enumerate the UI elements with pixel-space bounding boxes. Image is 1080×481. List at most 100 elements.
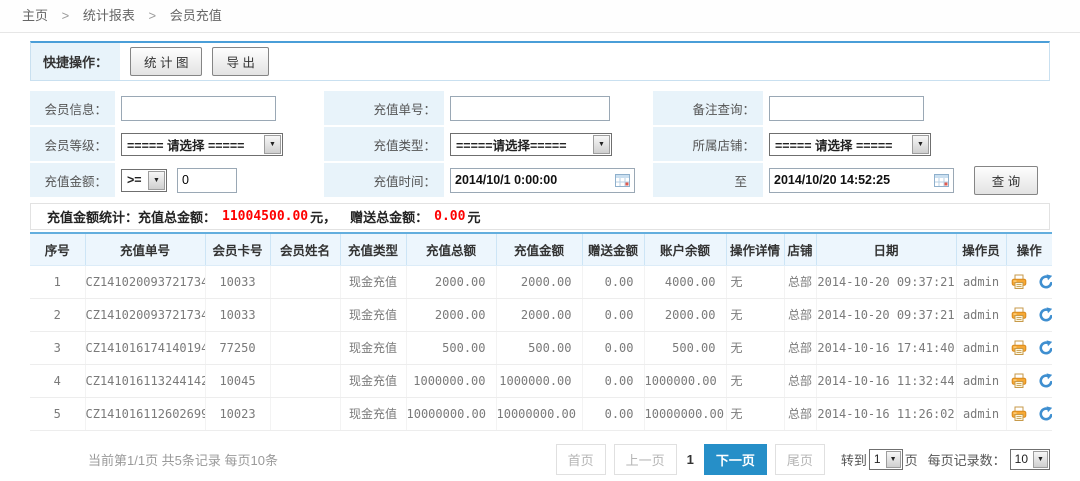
header-recharge-amount: 充值金额 bbox=[496, 233, 582, 265]
table-cell: 2000.00 bbox=[496, 298, 582, 331]
member-level-label: 会员等级： bbox=[30, 127, 115, 161]
table-cell: CZ1410161132441422 bbox=[85, 364, 205, 397]
table-cell bbox=[270, 298, 340, 331]
goto-page-select[interactable]: 1 ▼ bbox=[869, 449, 903, 470]
chevron-down-icon: ▼ bbox=[148, 171, 165, 190]
per-page-value: 10 bbox=[1011, 452, 1032, 466]
first-page-button[interactable]: 首页 bbox=[556, 444, 606, 475]
header-store: 店铺 bbox=[784, 233, 816, 265]
table-cell: 2014-10-20 09:37:21 bbox=[816, 298, 956, 331]
breadcrumb-current: 会员充值 bbox=[170, 8, 222, 23]
time-from-input[interactable]: 2014/10/1 0:00:00 bbox=[450, 168, 635, 193]
table-cell: 2000.00 bbox=[406, 265, 496, 298]
table-header-row: 序号 充值单号 会员卡号 会员姓名 充值类型 充值总额 充值金额 赠送金额 账户… bbox=[30, 233, 1052, 265]
header-gift-amount: 赠送金额 bbox=[582, 233, 644, 265]
table-cell: 1000000.00 bbox=[406, 364, 496, 397]
refresh-icon[interactable] bbox=[1038, 406, 1052, 422]
printer-icon[interactable] bbox=[1011, 340, 1027, 356]
amount-operator-value: >= bbox=[122, 173, 147, 187]
store-select[interactable]: ===== 请选择 ===== ▼ bbox=[769, 133, 931, 156]
printer-icon[interactable] bbox=[1011, 406, 1027, 422]
per-page-select[interactable]: 10 ▼ bbox=[1010, 449, 1050, 470]
search-button[interactable]: 查 询 bbox=[974, 166, 1038, 195]
calendar-icon[interactable] bbox=[615, 174, 630, 187]
table-cell: 总部 bbox=[784, 265, 816, 298]
table-cell: 2014-10-16 17:41:40 bbox=[816, 331, 956, 364]
table-cell: 0.00 bbox=[582, 364, 644, 397]
breadcrumb-reports[interactable]: 统计报表 bbox=[83, 8, 135, 23]
time-to-input[interactable]: 2014/10/20 14:52:25 bbox=[769, 168, 954, 193]
table-cell: 无 bbox=[726, 364, 784, 397]
prev-page-button[interactable]: 上一页 bbox=[614, 444, 677, 475]
store-label: 所属店铺： bbox=[653, 127, 763, 161]
table-cell: 0.00 bbox=[582, 331, 644, 364]
printer-icon[interactable] bbox=[1011, 373, 1027, 389]
table-cell: 77250 bbox=[205, 331, 270, 364]
goto-label: 转到 bbox=[841, 450, 867, 469]
time-label: 充值时间： bbox=[324, 163, 444, 197]
table-cell: CZ1410200937217343 bbox=[85, 298, 205, 331]
summary-total-label: 充值总金额： bbox=[138, 207, 216, 226]
actions-cell bbox=[1006, 331, 1052, 364]
breadcrumb-separator: > bbox=[62, 8, 70, 23]
table-cell: 2 bbox=[30, 298, 85, 331]
table-cell: 10023 bbox=[205, 397, 270, 430]
member-level-select[interactable]: ===== 请选择 ===== ▼ bbox=[121, 133, 283, 156]
next-page-button[interactable]: 下一页 bbox=[704, 444, 767, 475]
export-button[interactable]: 导 出 bbox=[212, 47, 268, 76]
table-cell: 0.00 bbox=[582, 265, 644, 298]
table-cell: 2000.00 bbox=[406, 298, 496, 331]
table-cell: 10033 bbox=[205, 265, 270, 298]
chevron-down-icon: ▼ bbox=[886, 451, 901, 468]
table-cell: 2000.00 bbox=[644, 298, 726, 331]
table-body: 1CZ141020093721734310033现金充值2000.002000.… bbox=[30, 265, 1052, 430]
per-page-label: 每页记录数： bbox=[928, 450, 1006, 469]
recharge-type-select[interactable]: =====请选择===== ▼ bbox=[450, 133, 612, 156]
printer-icon[interactable] bbox=[1011, 307, 1027, 323]
header-date: 日期 bbox=[816, 233, 956, 265]
breadcrumb-home[interactable]: 主页 bbox=[22, 8, 48, 23]
time-to-label: 至 bbox=[653, 163, 763, 197]
header-member-name: 会员姓名 bbox=[270, 233, 340, 265]
actions-cell bbox=[1006, 397, 1052, 430]
refresh-icon[interactable] bbox=[1038, 307, 1052, 323]
table-cell: 无 bbox=[726, 298, 784, 331]
table-cell: 10033 bbox=[205, 298, 270, 331]
summary-total-unit: 元， bbox=[310, 207, 336, 226]
printer-icon[interactable] bbox=[1011, 274, 1027, 290]
actions-cell bbox=[1006, 298, 1052, 331]
recharge-type-value: =====请选择===== bbox=[451, 135, 572, 154]
amount-input[interactable] bbox=[177, 168, 237, 193]
current-page-number: 1 bbox=[687, 452, 694, 467]
order-no-input[interactable] bbox=[450, 96, 610, 121]
table-cell: 10000000.00 bbox=[406, 397, 496, 430]
table-cell bbox=[270, 397, 340, 430]
table-cell: 现金充值 bbox=[340, 265, 406, 298]
refresh-icon[interactable] bbox=[1038, 373, 1052, 389]
calendar-icon[interactable] bbox=[934, 174, 949, 187]
pagination-info: 当前第1/1页 共5条记录 每页10条 bbox=[88, 450, 278, 469]
table-row: 2CZ141020093721734310033现金充值2000.002000.… bbox=[30, 298, 1052, 331]
table-cell: 1 bbox=[30, 265, 85, 298]
header-balance: 账户余额 bbox=[644, 233, 726, 265]
table-cell: 10000000.00 bbox=[496, 397, 582, 430]
summary-gift-label: 赠送总金额： bbox=[350, 207, 428, 226]
amount-operator-select[interactable]: >= ▼ bbox=[121, 169, 167, 192]
table-cell: 500.00 bbox=[644, 331, 726, 364]
chart-button[interactable]: 统 计 图 bbox=[130, 47, 202, 76]
amount-label: 充值金额： bbox=[30, 163, 115, 197]
header-op-detail: 操作详情 bbox=[726, 233, 784, 265]
table-cell: 0.00 bbox=[582, 397, 644, 430]
refresh-icon[interactable] bbox=[1038, 340, 1052, 356]
last-page-button[interactable]: 尾页 bbox=[775, 444, 825, 475]
table-cell: 总部 bbox=[784, 298, 816, 331]
table-cell: 500.00 bbox=[406, 331, 496, 364]
refresh-icon[interactable] bbox=[1038, 274, 1052, 290]
summary-gift-value: 0.00 bbox=[434, 209, 465, 224]
pagination-bar: 当前第1/1页 共5条记录 每页10条 首页 上一页 1 下一页 尾页 转到 1… bbox=[30, 431, 1050, 475]
goto-unit: 页 bbox=[905, 450, 918, 469]
note-input[interactable] bbox=[769, 96, 924, 121]
member-level-value: ===== 请选择 ===== bbox=[122, 135, 249, 154]
member-info-input[interactable] bbox=[121, 96, 276, 121]
time-to-value: 2014/10/20 14:52:25 bbox=[774, 173, 890, 187]
